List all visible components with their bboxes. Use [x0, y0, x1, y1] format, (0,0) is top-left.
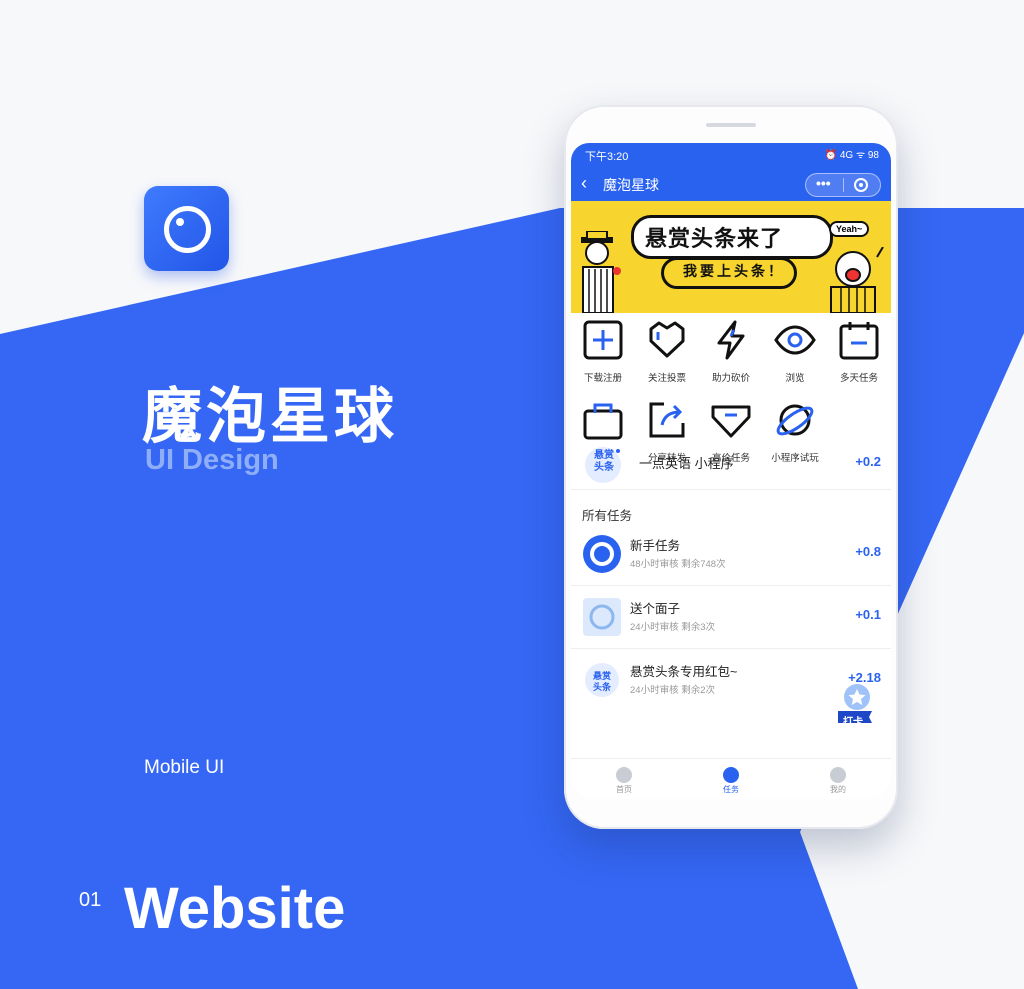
- close-target-icon[interactable]: [854, 178, 868, 192]
- svg-text:悬赏: 悬赏: [592, 670, 611, 682]
- section-number: 01: [79, 889, 102, 911]
- all-tasks-heading: 所有任务: [582, 509, 633, 523]
- phone-speaker: [706, 123, 756, 127]
- grid-item-browse[interactable]: 浏览: [763, 319, 827, 384]
- grid-label: 多天任务: [839, 373, 878, 384]
- app-logo-icon: [144, 186, 229, 271]
- grid-label: 浏览: [785, 373, 805, 384]
- grid-item-follow-vote[interactable]: 关注投票: [635, 319, 699, 384]
- grid-item-bargain[interactable]: 助力砍价: [699, 319, 763, 384]
- diamond-icon: [711, 405, 751, 438]
- task-title: 悬赏头条专用红包~: [630, 665, 738, 679]
- task-title: 新手任务: [630, 539, 681, 553]
- back-icon[interactable]: ‹: [581, 173, 587, 194]
- cartoon-man-left: [581, 231, 621, 313]
- tab-mine[interactable]: 我的: [798, 759, 878, 795]
- hero-title: 魔泡星球: [142, 382, 398, 452]
- promo-banner[interactable]: 悬赏头条来了 我要上头条！ Yeah~: [571, 201, 891, 313]
- mini-program-capsule: •••: [805, 173, 881, 197]
- profile-icon: [830, 767, 846, 783]
- nav-title: 魔泡星球: [603, 177, 659, 193]
- heart-icon: [649, 321, 685, 358]
- blue-ring-icon: [583, 535, 621, 573]
- task-meta: 48小时审核 剩余748次: [630, 559, 726, 570]
- tab-label: 首页: [616, 785, 632, 794]
- eye-icon: [774, 325, 816, 355]
- shopping-bag-icon: [583, 403, 623, 440]
- headline-badge-icon: 悬赏头条: [585, 663, 619, 697]
- featured-task[interactable]: 悬赏头条 一点英语 小程序 +0.2: [571, 441, 891, 490]
- grid-item-download[interactable]: 下载注册: [571, 319, 635, 384]
- task-reward: +0.8: [855, 544, 881, 559]
- home-icon: [616, 767, 632, 783]
- svg-text:头条: 头条: [593, 681, 612, 693]
- banner-cta[interactable]: 我要上头条！: [683, 261, 785, 281]
- status-bar: 下午3:20 ⏰ 4G ᯤ 98: [571, 143, 891, 167]
- share-icon: [649, 402, 685, 438]
- checkin-label: 打卡: [843, 717, 863, 728]
- calendar-icon: [839, 322, 879, 360]
- status-indicators: ⏰ 4G ᯤ 98: [824, 150, 879, 161]
- task-meta: 24小时审核 剩余2次: [630, 685, 715, 696]
- download-plus-icon: [583, 320, 623, 360]
- section-title: Website: [124, 876, 346, 941]
- light-ring-icon: [583, 598, 621, 636]
- checkin-floating-button[interactable]: 打卡: [835, 683, 875, 731]
- cartoon-man-right: [830, 247, 884, 313]
- tab-home[interactable]: 首页: [584, 759, 664, 795]
- task-row[interactable]: 送个面子 24小时审核 剩余3次 +0.1: [571, 586, 891, 649]
- grid-label: 关注投票: [647, 373, 686, 384]
- grid-label: 助力砍价: [711, 373, 750, 384]
- task-reward: +0.1: [855, 607, 881, 622]
- banner-small-bubble: Yeah~: [829, 221, 870, 237]
- task-list-icon: [723, 767, 739, 783]
- navigation-bar: ‹ 魔泡星球 •••: [571, 167, 891, 201]
- phone-screen: 下午3:20 ⏰ 4G ᯤ 98 ‹ 魔泡星球 ••• 悬赏头条来了 我要上头条…: [571, 143, 891, 799]
- status-time: 下午3:20: [585, 151, 629, 163]
- grid-item-multiday[interactable]: 多天任务: [827, 319, 891, 384]
- phone-mockup: 下午3:20 ⏰ 4G ᯤ 98 ‹ 魔泡星球 ••• 悬赏头条来了 我要上头条…: [564, 105, 898, 829]
- lightning-icon: [717, 320, 745, 360]
- banner-headline: 悬赏头条来了: [645, 226, 784, 251]
- hero-subtitle: UI Design: [145, 444, 279, 476]
- banner-pagination: [717, 305, 741, 313]
- tab-tasks[interactable]: 任务: [691, 759, 771, 795]
- featured-reward: +0.2: [855, 454, 881, 469]
- platform-label: Mobile UI: [144, 757, 225, 778]
- tab-label: 我的: [830, 785, 846, 794]
- tab-label: 任务: [723, 785, 739, 794]
- capsule-divider: [843, 178, 844, 192]
- task-meta: 24小时审核 剩余3次: [630, 622, 715, 633]
- task-row[interactable]: 新手任务 48小时审核 剩余748次 +0.8: [571, 523, 891, 586]
- task-title: 送个面子: [630, 602, 681, 616]
- more-icon[interactable]: •••: [816, 175, 831, 191]
- featured-task-name: 一点英语 小程序: [639, 456, 734, 471]
- featured-badge-text: 悬赏头条: [594, 450, 614, 473]
- planet-icon: [776, 404, 814, 436]
- grid-label: 下载注册: [583, 373, 622, 384]
- bottom-tab-bar: 首页 任务 我的: [571, 758, 891, 799]
